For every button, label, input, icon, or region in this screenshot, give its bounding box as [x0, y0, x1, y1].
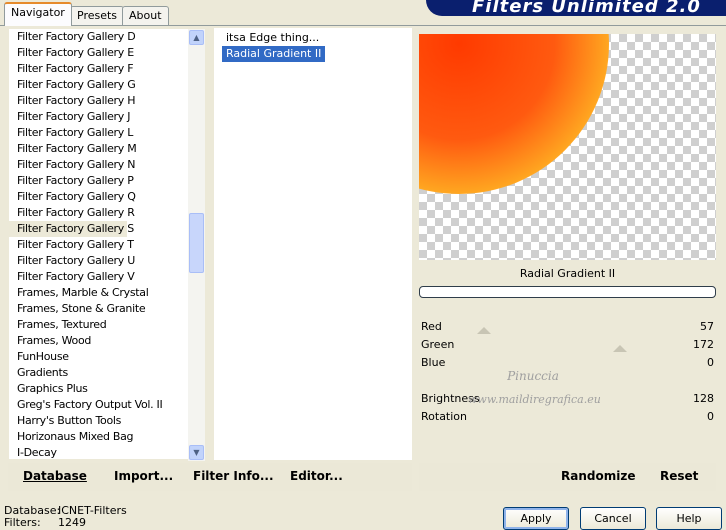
filters-count-value: 1249: [58, 516, 86, 529]
randomize-button[interactable]: Randomize: [561, 469, 635, 483]
category-item[interactable]: FunHouse: [9, 349, 189, 365]
database-button[interactable]: Database: [23, 469, 87, 483]
param-red[interactable]: Red 57: [419, 318, 716, 336]
category-item[interactable]: Frames, Textured: [9, 317, 189, 333]
scroll-thumb[interactable]: [189, 213, 204, 273]
category-item[interactable]: Graphics Plus: [9, 381, 189, 397]
category-item[interactable]: Filter Factory Gallery H: [9, 93, 189, 109]
scroll-up-icon[interactable]: ▲: [189, 30, 204, 45]
apply-button[interactable]: Apply: [503, 507, 569, 530]
filter-item[interactable]: itsa Edge thing...: [222, 30, 323, 46]
category-item[interactable]: Frames, Wood: [9, 333, 189, 349]
param-value: 0: [707, 356, 714, 369]
category-item[interactable]: Filter Factory Gallery N: [9, 157, 189, 173]
slider-marker-icon[interactable]: [477, 327, 491, 334]
category-item[interactable]: Filter Factory Gallery V: [9, 269, 189, 285]
right-button-bar: Randomize Reset: [419, 463, 716, 491]
help-button[interactable]: Help: [656, 507, 722, 530]
watermark-line-1: Pinuccia: [507, 369, 559, 383]
param-green[interactable]: Green 172: [419, 336, 716, 354]
cancel-button[interactable]: Cancel: [580, 507, 646, 530]
param-label: Red: [421, 320, 442, 333]
progress-bar: [419, 286, 716, 298]
category-item[interactable]: Filter Factory Gallery P: [9, 173, 189, 189]
category-item[interactable]: Filter Factory Gallery L: [9, 125, 189, 141]
filter-item-selected[interactable]: Radial Gradient II: [222, 46, 326, 62]
param-value: 128: [693, 392, 714, 405]
preview-canvas: [419, 34, 716, 260]
param-value: 172: [693, 338, 714, 351]
watermark: Pinuccia www.maildiregrafica.eu: [468, 364, 601, 412]
slider-track: [419, 446, 716, 450]
category-item[interactable]: Filter Factory Gallery D: [9, 29, 189, 45]
editor-button[interactable]: Editor...: [290, 469, 343, 483]
category-item[interactable]: Filter Factory Gallery F: [9, 61, 189, 77]
tab-divider: [0, 25, 726, 26]
category-item[interactable]: I-Decay: [9, 445, 189, 461]
filters-count-label: Filters:: [4, 516, 41, 529]
import-button[interactable]: Import...: [114, 469, 173, 483]
left-button-bar: Database Import... Filter Info... Editor…: [8, 463, 412, 491]
filter-panel: itsa Edge thing... Radial Gradient II: [214, 28, 412, 460]
category-item[interactable]: Frames, Marble & Crystal: [9, 285, 189, 301]
radial-gradient-preview: [419, 34, 609, 194]
param-value: 57: [700, 320, 714, 333]
category-item[interactable]: Greg's Factory Output Vol. II: [9, 397, 189, 413]
tab-strip: Navigator Presets About: [0, 0, 420, 26]
param-value: 0: [707, 410, 714, 423]
reset-button[interactable]: Reset: [660, 469, 698, 483]
tab-presets[interactable]: Presets: [70, 6, 125, 26]
category-item[interactable]: Filter Factory Gallery R: [9, 205, 189, 221]
category-item[interactable]: Gradients: [9, 365, 189, 381]
category-panel: Filter Factory Gallery D Filter Factory G…: [8, 28, 206, 461]
category-item-selected[interactable]: Filter Factory Gallery S: [9, 221, 134, 237]
status-area: Database:ICNET-Filters Filters: 1249: [4, 505, 127, 529]
tab-navigator[interactable]: Navigator: [4, 2, 72, 26]
category-item[interactable]: Filter Factory Gallery Q: [9, 189, 189, 205]
category-item[interactable]: Harry's Button Tools: [9, 413, 189, 429]
category-item[interactable]: Filter Factory Gallery U: [9, 253, 189, 269]
param-label: Green: [421, 338, 455, 351]
param-label: Rotation: [421, 410, 468, 423]
filter-name-label: Radial Gradient II: [519, 267, 616, 280]
category-item[interactable]: Filter Factory Gallery J: [9, 109, 189, 125]
category-list[interactable]: Filter Factory Gallery D Filter Factory G…: [9, 29, 189, 461]
slider-track: [419, 428, 716, 432]
param-label: Blue: [421, 356, 446, 369]
category-item[interactable]: Frames, Stone & Granite: [9, 301, 189, 317]
watermark-line-2: www.maildiregrafica.eu: [468, 393, 601, 406]
category-item[interactable]: Filter Factory Gallery G: [9, 77, 189, 93]
tab-about[interactable]: About: [122, 6, 169, 26]
scroll-down-icon[interactable]: ▼: [189, 445, 204, 460]
category-item[interactable]: Filter Factory Gallery T: [9, 237, 189, 253]
filter-info-button[interactable]: Filter Info...: [193, 469, 274, 483]
app-banner: Filters Unlimited 2.0: [426, 0, 726, 16]
category-item[interactable]: Filter Factory Gallery E: [9, 45, 189, 61]
category-scrollbar[interactable]: ▲ ▼: [188, 29, 205, 461]
category-item[interactable]: Filter Factory Gallery M: [9, 141, 189, 157]
slider-marker-icon[interactable]: [613, 345, 627, 352]
category-item[interactable]: Horizonaus Mixed Bag: [9, 429, 189, 445]
